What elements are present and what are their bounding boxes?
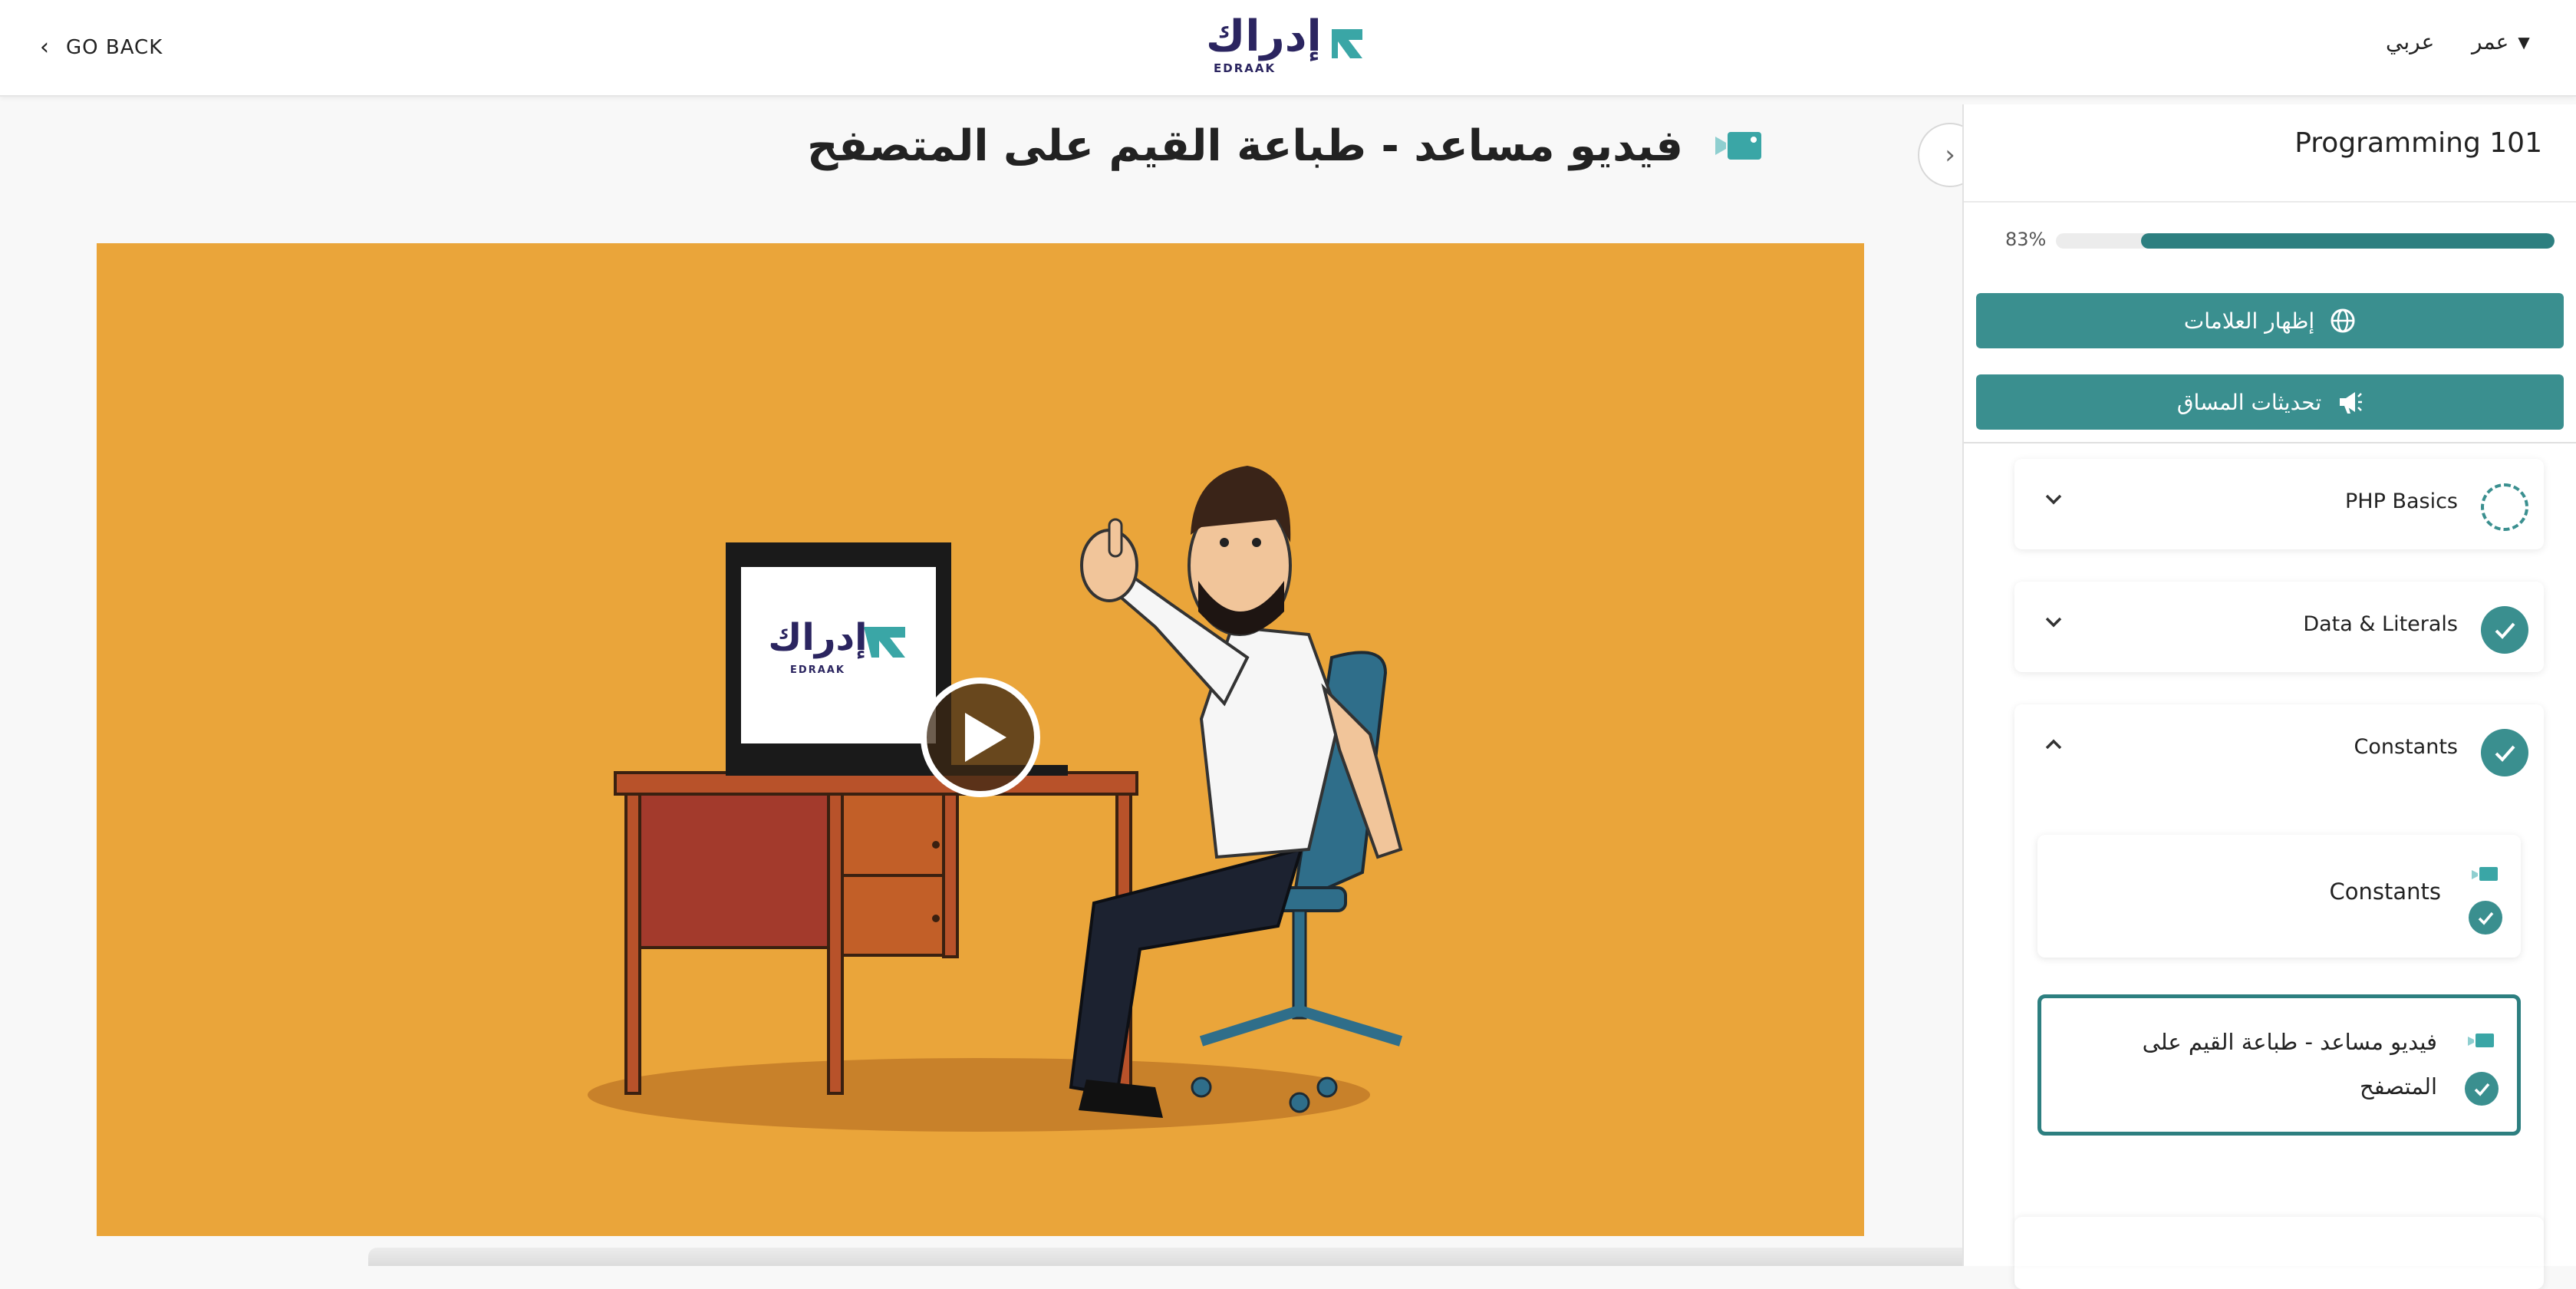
module-next[interactable] bbox=[2014, 1217, 2544, 1266]
course-title: Programming 101 bbox=[2294, 127, 2542, 159]
logo-english-text: EDRAAK bbox=[1214, 61, 1276, 75]
module-name: Data & Literals bbox=[2303, 612, 2458, 636]
caret-down-icon: ▼ bbox=[2518, 32, 2530, 51]
module-name: PHP Basics bbox=[2345, 490, 2458, 513]
chevron-down-icon bbox=[2045, 617, 2062, 628]
user-menu[interactable]: عمر ▼ bbox=[2472, 29, 2530, 54]
in-progress-icon bbox=[2481, 483, 2528, 531]
edraak-logo[interactable]: إدراك EDRAAK bbox=[1206, 12, 1367, 77]
module-header[interactable]: Constants bbox=[2014, 704, 2544, 795]
course-sidebar: Programming 101 83% إظهار العلامات تحديث… bbox=[1962, 104, 2576, 1289]
module-name: Constants bbox=[2354, 735, 2458, 759]
unit-name: Constants bbox=[2329, 879, 2441, 905]
check-circle-icon bbox=[2465, 1072, 2499, 1106]
check-circle-icon bbox=[2469, 901, 2502, 935]
progress-fill bbox=[2140, 233, 2555, 249]
course-updates-button[interactable]: تحديثات المساق bbox=[1976, 374, 2564, 430]
video-logo-arabic: إدراك bbox=[768, 616, 867, 659]
video-camera-icon bbox=[2472, 867, 2498, 881]
chevron-right-icon: › bbox=[1945, 140, 1955, 170]
show-marks-label: إظهار العلامات bbox=[2183, 308, 2315, 334]
megaphone-icon bbox=[2340, 392, 2363, 414]
logo-arabic-text: إدراك bbox=[1206, 12, 1322, 61]
unit-item[interactable]: Constants bbox=[2037, 835, 2521, 958]
video-camera-icon bbox=[2468, 1034, 2494, 1047]
globe-icon bbox=[2331, 308, 2355, 333]
progress-percentage: 83% bbox=[2005, 229, 2047, 250]
logo-mark-icon bbox=[1332, 29, 1362, 58]
user-name: عمر bbox=[2472, 29, 2509, 54]
check-circle-icon bbox=[2481, 606, 2528, 654]
chevron-left-icon: ‹ bbox=[40, 34, 49, 61]
module-php-basics: PHP Basics bbox=[2014, 459, 2544, 549]
module-data-literals: Data & Literals bbox=[2014, 582, 2544, 672]
course-updates-label: تحديثات المساق bbox=[2176, 389, 2322, 415]
chevron-up-icon bbox=[2045, 739, 2062, 750]
unit-title-row: فيديو مساعد - طباعة القيم على المتصفح bbox=[807, 115, 1763, 176]
module-header[interactable]: PHP Basics bbox=[2014, 459, 2544, 549]
divider bbox=[1964, 442, 2576, 443]
page-title: فيديو مساعد - طباعة القيم على المتصفح bbox=[807, 120, 1683, 171]
bottom-navigation-bar bbox=[368, 1248, 2194, 1266]
show-marks-button[interactable]: إظهار العلامات bbox=[1976, 293, 2564, 348]
play-button[interactable] bbox=[921, 677, 1040, 797]
video-player[interactable]: إدراك EDRAAK bbox=[97, 243, 1864, 1236]
divider bbox=[1964, 201, 2576, 203]
go-back-label: GO BACK bbox=[66, 36, 163, 59]
language-switch[interactable]: عربي bbox=[2386, 29, 2434, 54]
play-icon bbox=[965, 713, 1006, 762]
module-constants: Constants Constants فيديو مساعد - طباعة … bbox=[2014, 704, 2544, 1289]
check-circle-icon bbox=[2481, 729, 2528, 776]
go-back-button[interactable]: ‹ GO BACK bbox=[40, 29, 163, 66]
module-header[interactable]: Data & Literals bbox=[2014, 582, 2544, 672]
unit-item-active[interactable]: فيديو مساعد - طباعة القيم على المتصفح bbox=[2037, 994, 2521, 1136]
top-header: ‹ GO BACK إدراك EDRAAK عربي عمر ▼ bbox=[0, 0, 2576, 97]
video-logo-english: EDRAAK bbox=[790, 664, 845, 676]
video-camera-icon bbox=[1715, 132, 1761, 160]
chevron-down-icon bbox=[2045, 494, 2062, 505]
course-progress-bar bbox=[2056, 233, 2555, 249]
unit-name: فيديو مساعد - طباعة القيم على المتصفح bbox=[2142, 1029, 2437, 1099]
